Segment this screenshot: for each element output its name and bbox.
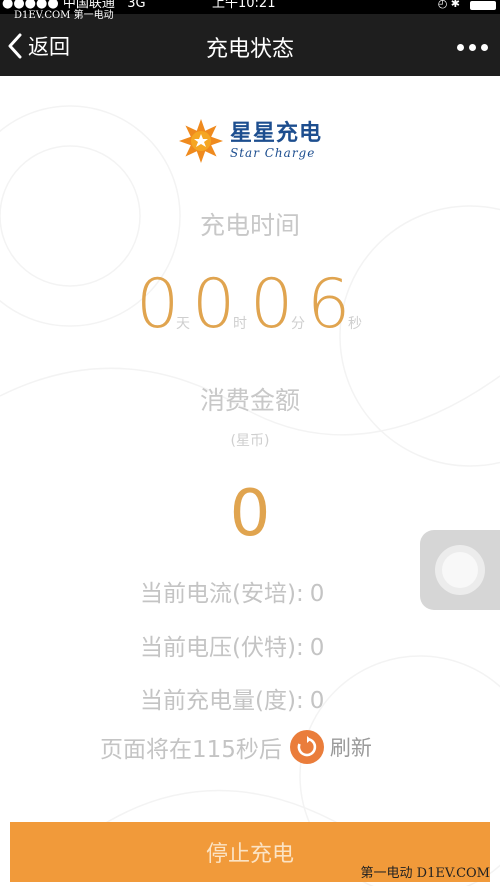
star-logo-icon <box>179 119 223 163</box>
current-row: 当前电流(安培): 0 <box>140 574 324 608</box>
status-icons: ◴ ✱ <box>437 0 460 10</box>
seconds-digit: 6 <box>307 265 351 344</box>
voltage-row: 当前电压(伏特): 0 <box>140 628 324 662</box>
cost-unit: (星币) <box>230 433 270 449</box>
watermark-top: D1EV.COM 第一电动 <box>14 10 114 21</box>
cost-label: 消费金额 <box>199 386 300 415</box>
main-content: 星星充电 Star Charge 充电时间 0 天 0 时 0 分 6 秒 消费… <box>0 76 500 886</box>
charging-time-display: 0 天 0 时 0 分 6 秒 <box>0 266 500 346</box>
network-type: 3G <box>127 0 146 11</box>
logo-name-cn: 星星充电 <box>230 121 323 146</box>
days-unit: 天 <box>176 316 190 332</box>
current-value: 0 <box>309 581 325 607</box>
refresh-countdown: 页面将在115秒后 <box>100 737 282 763</box>
logo-name-en: Star Charge <box>230 146 316 160</box>
current-label: 当前电流(安培): <box>140 581 304 607</box>
refresh-icon <box>289 730 324 764</box>
clock: 上午10:21 <box>212 0 276 11</box>
seconds-unit: 秒 <box>348 316 362 332</box>
assistive-touch-ring <box>435 545 485 595</box>
hours-digit: 0 <box>192 265 236 344</box>
refresh-label: 刷新 <box>329 736 372 760</box>
days-digit: 0 <box>136 265 180 344</box>
minutes-unit: 分 <box>291 316 305 332</box>
star-charge-logo: 星星充电 Star Charge <box>178 118 322 164</box>
refresh-button[interactable]: 刷新 <box>289 730 372 764</box>
nav-bar: 返回 充电状态 <box>0 14 500 76</box>
battery-icon <box>470 1 496 10</box>
more-options-icon[interactable] <box>457 44 488 51</box>
assistive-touch-center <box>442 552 478 588</box>
watermark-bottom: 第一电动 D1EV.COM <box>360 866 490 881</box>
charging-time-label: 充电时间 <box>199 211 300 240</box>
assistive-touch-button[interactable] <box>420 530 500 610</box>
voltage-value: 0 <box>309 635 325 661</box>
energy-label: 当前充电量(度): <box>140 688 304 714</box>
hours-unit: 时 <box>233 316 247 332</box>
refresh-row: 页面将在115秒后 刷新 <box>100 730 372 764</box>
page-title: 充电状态 <box>205 37 294 62</box>
energy-row: 当前充电量(度): 0 <box>140 681 324 715</box>
energy-value: 0 <box>309 688 325 714</box>
minutes-digit: 0 <box>250 265 294 344</box>
voltage-label: 当前电压(伏特): <box>140 635 304 661</box>
